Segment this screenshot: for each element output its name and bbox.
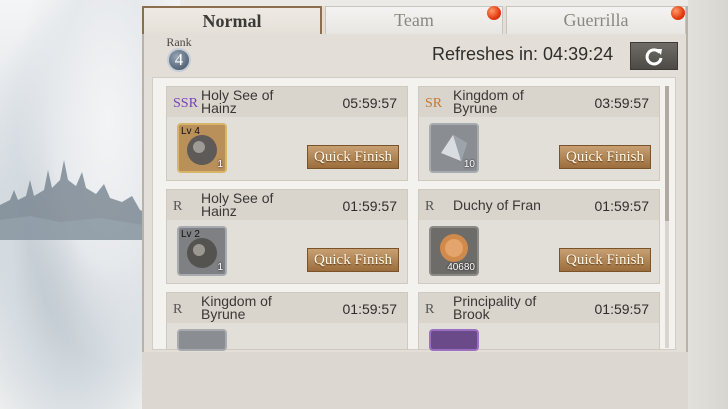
reward-item[interactable] xyxy=(177,329,227,351)
rarity-label: R xyxy=(173,302,183,317)
quick-finish-button[interactable]: Quick Finish xyxy=(307,248,399,272)
refresh-icon xyxy=(645,48,663,66)
mission-timer: 01:59:57 xyxy=(594,198,650,214)
item-count: 40680 xyxy=(447,262,475,273)
panel-footer xyxy=(142,352,688,409)
mission-name: Principality of Brook xyxy=(453,293,537,322)
rank-indicator: Rank 4 xyxy=(160,36,198,76)
mission-card[interactable]: R Holy See of Hainz 01:59:57 Lv 2 1 Quic… xyxy=(166,189,408,284)
mission-card[interactable]: SR Kingdom of Byrune 03:59:57 10 Quick F… xyxy=(418,86,660,181)
team-notification-dot-icon xyxy=(487,6,501,20)
reward-item[interactable] xyxy=(429,329,479,351)
mission-name: Holy See of Hainz xyxy=(201,190,274,219)
reward-item[interactable]: 10 xyxy=(429,123,479,173)
scrollbar[interactable] xyxy=(665,86,669,348)
item-level: Lv 2 xyxy=(181,229,200,240)
rarity-label: R xyxy=(425,302,435,317)
mission-name: Kingdom of Byrune xyxy=(201,293,272,322)
castle-silhouette-icon xyxy=(0,160,150,240)
rarity-label: SR xyxy=(425,96,443,111)
guerrilla-notification-dot-icon xyxy=(671,6,685,20)
mission-timer: 03:59:57 xyxy=(594,95,650,111)
quick-finish-button[interactable]: Quick Finish xyxy=(559,248,651,272)
reward-item[interactable]: Lv 2 1 xyxy=(177,226,227,276)
refresh-timer: Refreshes in: 04:39:24 xyxy=(432,44,614,64)
mission-timer: 01:59:57 xyxy=(594,301,650,317)
mission-timer: 01:59:57 xyxy=(342,301,398,317)
scroll-thumb[interactable] xyxy=(665,86,669,221)
rarity-label: R xyxy=(173,199,183,214)
mission-name: Holy See of Hainz xyxy=(201,87,274,116)
item-count: 1 xyxy=(217,159,223,170)
mission-name: Kingdom of Byrune xyxy=(453,87,524,116)
mission-timer: 05:59:57 xyxy=(342,95,398,111)
mission-card[interactable]: R Principality of Brook 01:59:57 xyxy=(418,292,660,351)
item-count: 1 xyxy=(217,262,223,273)
tab-team[interactable]: Team xyxy=(325,6,503,34)
rank-label: Rank xyxy=(166,35,192,49)
mission-card[interactable]: SSR Holy See of Hainz 05:59:57 Lv 4 1 Qu… xyxy=(166,86,408,181)
reward-item[interactable]: Lv 4 1 xyxy=(177,123,227,173)
quick-finish-button[interactable]: Quick Finish xyxy=(559,145,651,169)
mission-name: Duchy of Fran xyxy=(453,197,541,213)
tab-guerrilla[interactable]: Guerrilla xyxy=(506,6,686,34)
item-level: Lv 4 xyxy=(181,126,200,137)
tab-normal[interactable]: Normal xyxy=(142,6,322,34)
rarity-label: R xyxy=(425,199,435,214)
rarity-label: SSR xyxy=(173,96,198,111)
reward-item[interactable]: 40680 xyxy=(429,226,479,276)
mission-card[interactable]: R Kingdom of Byrune 01:59:57 xyxy=(166,292,408,351)
item-count: 10 xyxy=(463,159,475,170)
refresh-button[interactable] xyxy=(630,42,678,70)
quick-finish-button[interactable]: Quick Finish xyxy=(307,145,399,169)
rank-badge: 4 xyxy=(167,48,191,72)
mission-card[interactable]: R Duchy of Fran 01:59:57 40680 Quick Fin… xyxy=(418,189,660,284)
mission-timer: 01:59:57 xyxy=(342,198,398,214)
right-edge xyxy=(688,0,728,409)
